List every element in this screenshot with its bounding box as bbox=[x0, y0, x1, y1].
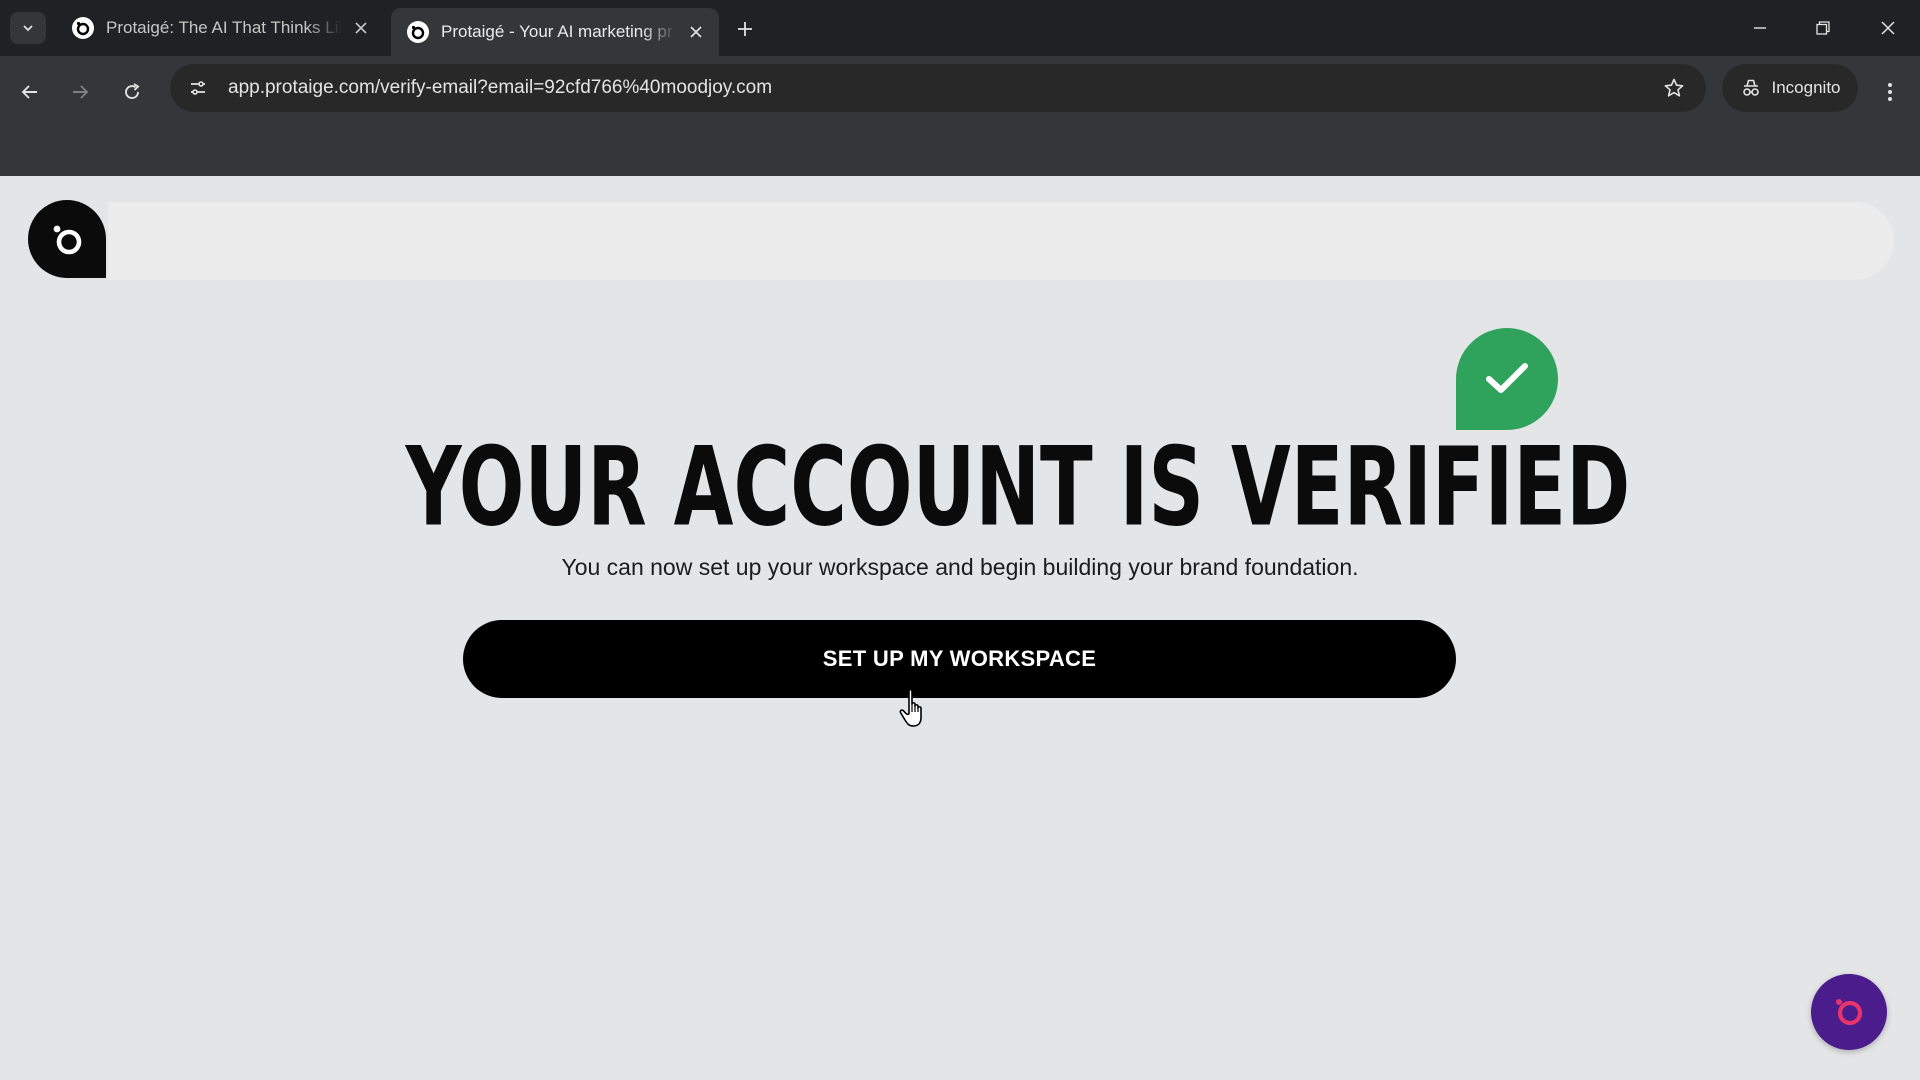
new-tab-button[interactable] bbox=[730, 14, 760, 44]
protaige-logo-icon[interactable] bbox=[28, 200, 106, 278]
browser-tab-active[interactable]: Protaigé - Your AI marketing pr bbox=[391, 8, 719, 56]
restore-icon bbox=[1816, 21, 1830, 35]
arrow-left-icon bbox=[21, 85, 37, 99]
tab-search-button[interactable] bbox=[10, 12, 46, 44]
reload-button[interactable] bbox=[112, 72, 152, 112]
page-title: YOUR ACCOUNT IS VERIFIED bbox=[405, 424, 1631, 551]
arrow-right-icon bbox=[73, 85, 89, 99]
browser-toolbar: app.protaige.com/verify-email?email=92cf… bbox=[0, 56, 1920, 176]
protaige-favicon-icon bbox=[407, 21, 429, 43]
top-header-bar bbox=[108, 202, 1894, 280]
browser-tab[interactable]: Protaigé: The AI That Thinks Lik bbox=[56, 8, 384, 48]
browser-menu-button[interactable] bbox=[1870, 72, 1910, 112]
checkmark-icon bbox=[1456, 328, 1558, 430]
tab-close-icon[interactable] bbox=[685, 21, 707, 43]
back-button[interactable] bbox=[10, 72, 50, 112]
chat-widget-button[interactable] bbox=[1811, 974, 1887, 1050]
tab-title: Protaigé - Your AI marketing pr bbox=[441, 22, 673, 41]
hand-pointer-cursor-icon bbox=[899, 688, 922, 727]
browser-tab-bar: Protaigé: The AI That Thinks Lik Protaig… bbox=[0, 0, 1920, 56]
reload-icon bbox=[125, 83, 140, 99]
chevron-down-icon bbox=[23, 25, 33, 32]
url-text: app.protaige.com/verify-email?email=92cf… bbox=[228, 77, 773, 98]
page-subtitle: You can now set up your workspace and be… bbox=[561, 554, 1359, 580]
forward-button[interactable] bbox=[60, 72, 100, 112]
restore-button[interactable] bbox=[1803, 10, 1843, 46]
more-vertical-icon bbox=[1888, 83, 1892, 101]
close-window-button[interactable] bbox=[1868, 10, 1908, 46]
chat-widget-icon bbox=[1836, 999, 1863, 1026]
minimize-icon bbox=[1754, 27, 1766, 29]
bookmark-star-icon[interactable] bbox=[1654, 68, 1694, 108]
tab-close-icon[interactable] bbox=[350, 17, 372, 39]
close-icon bbox=[1881, 21, 1895, 35]
incognito-indicator[interactable]: Incognito bbox=[1722, 64, 1858, 112]
site-info-icon[interactable] bbox=[176, 66, 220, 110]
plus-icon bbox=[738, 22, 752, 36]
set-up-workspace-button[interactable]: SET UP MY WORKSPACE bbox=[463, 620, 1456, 698]
tab-title: Protaigé: The AI That Thinks Lik bbox=[106, 18, 342, 37]
page-content: YOUR ACCOUNT IS VERIFIED You can now set… bbox=[0, 176, 1920, 1080]
incognito-label: Incognito bbox=[1771, 78, 1841, 97]
address-bar[interactable]: app.protaige.com/verify-email?email=92cf… bbox=[170, 64, 1706, 112]
protaige-favicon-icon bbox=[72, 17, 94, 39]
minimize-button[interactable] bbox=[1740, 10, 1780, 46]
incognito-icon bbox=[1742, 79, 1759, 96]
